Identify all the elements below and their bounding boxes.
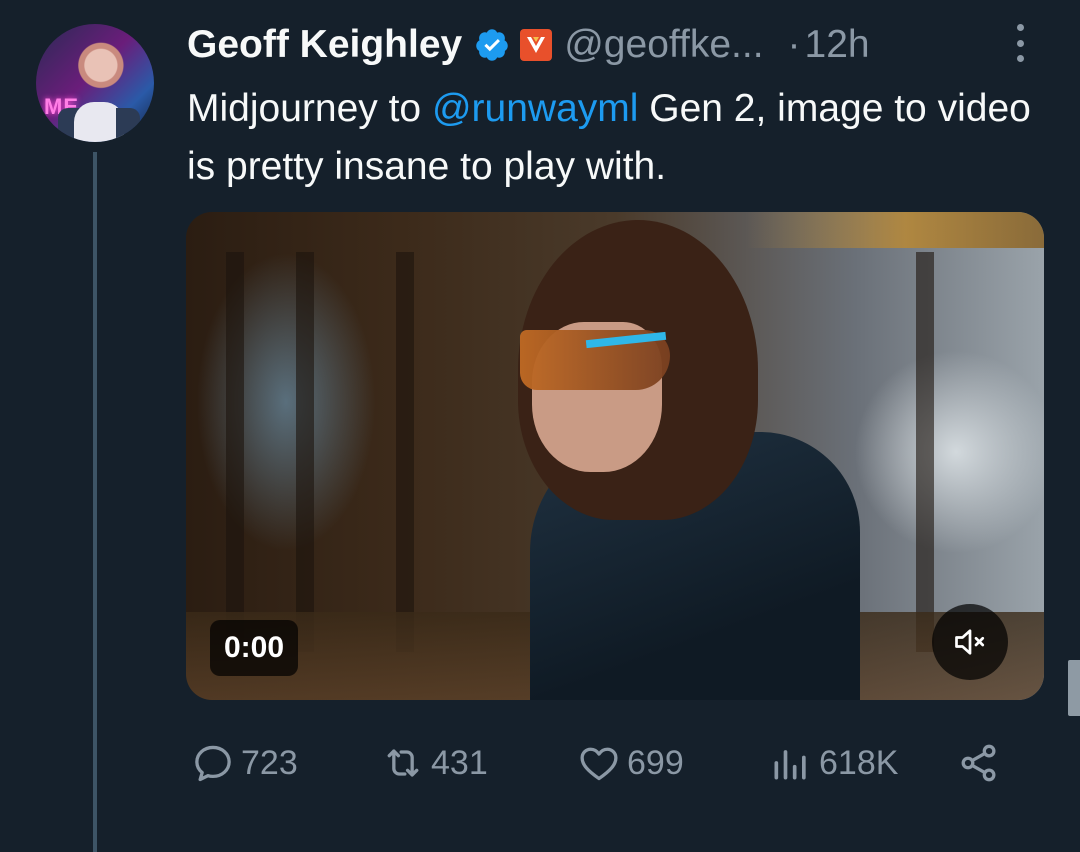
share-button[interactable]: [957, 736, 1001, 790]
tweet-timestamp[interactable]: 12h: [805, 23, 870, 67]
tweet-header: Geoff Keighley @geoffke... · 12h: [187, 20, 870, 70]
scrollbar-handle[interactable]: [1068, 660, 1080, 716]
share-icon: [961, 744, 996, 782]
reply-icon: [195, 745, 231, 782]
affiliate-logo-shape: [527, 37, 546, 53]
reply-button[interactable]: 723: [191, 736, 298, 790]
video-player[interactable]: 0:00: [186, 212, 1044, 700]
author-avatar[interactable]: ME: [36, 24, 154, 142]
scene-beam: [746, 212, 1044, 248]
like-button[interactable]: 699: [577, 736, 684, 790]
more-icon[interactable]: [1008, 20, 1032, 66]
retweet-count: 431: [431, 743, 488, 782]
thread-line: [93, 152, 97, 852]
video-timer: 0:00: [210, 620, 299, 676]
views-icon: [774, 750, 806, 780]
affiliate-badge-icon[interactable]: [520, 29, 553, 61]
tweet-actions: 723 431 699 618K: [187, 736, 1017, 790]
author-handle[interactable]: @geoffke...: [564, 23, 763, 67]
retweet-button[interactable]: 431: [381, 736, 488, 790]
views-button[interactable]: 618K: [769, 736, 898, 790]
mute-icon: [955, 629, 985, 655]
more-dot: [1016, 24, 1024, 31]
mute-button[interactable]: [932, 604, 1008, 680]
scene-pillar: [296, 252, 314, 652]
scene-pillar: [916, 252, 934, 652]
tweet-text-part: Midjourney to: [187, 87, 432, 130]
tweet-text: Midjourney to @runwayml Gen 2, image to …: [187, 80, 1047, 196]
scene-pillar: [226, 252, 244, 652]
reply-count: 723: [241, 743, 298, 782]
scene-glow: [846, 342, 1044, 562]
scene-glow: [196, 252, 376, 552]
retweet-icon: [387, 749, 419, 777]
views-count: 618K: [819, 743, 899, 782]
scene-pillar: [396, 252, 414, 652]
avatar-jacket-right: [116, 108, 140, 142]
author-name[interactable]: Geoff Keighley: [187, 23, 462, 67]
mention-link[interactable]: @runwayml: [432, 87, 638, 130]
more-dot: [1016, 39, 1024, 47]
like-count: 699: [627, 743, 684, 782]
separator-dot: ·: [787, 23, 801, 66]
verified-badge-icon[interactable]: [474, 27, 510, 63]
like-icon: [580, 747, 618, 781]
more-dot: [1016, 55, 1024, 62]
